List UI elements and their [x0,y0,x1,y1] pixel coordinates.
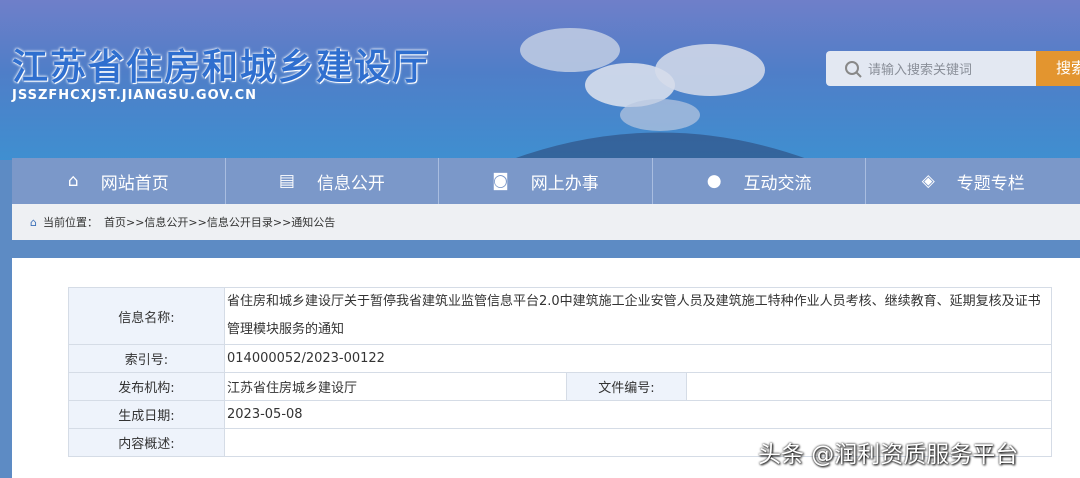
table-row: 信息名称: 省住房和城乡建设厅关于暂停我省建筑业监管信息平台2.0中建筑施工企业安… [68,287,1052,345]
nav-online-service[interactable]: ◙ 网上办事 [439,158,653,204]
layers-icon: ◈ [921,171,935,191]
stadium-image [510,28,810,160]
org-label: 发布机构: [68,372,225,401]
date-label: 生成日期: [68,400,225,429]
table-row: 索引号: 014000052/2023-00122 [68,344,1052,373]
nav-topics[interactable]: ◈ 专题专栏 [866,158,1080,204]
index-value: 014000052/2023-00122 [224,344,1052,373]
location-icon: ⌂ [30,215,37,229]
search-icon [845,60,862,78]
main-nav: ⌂ 网站首页 ▤ 信息公开 ◙ 网上办事 ● 互动交流 ◈ 专题专栏 [12,158,1080,204]
search-placeholder: 请输入搜索关键词 [868,63,973,78]
site-title: 江苏省住房和城乡建设厅 [12,47,431,88]
name-label: 信息名称: [68,287,225,345]
search-input[interactable]: 请输入搜索关键词 [826,51,1036,86]
site-domain: JSSZFHCXJST.JIANGSU.GOV.CN [12,88,258,103]
site-header: 江苏省住房和城乡建设厅 JSSZFHCXJST.JIANGSU.GOV.CN 请… [0,0,1080,160]
search-button[interactable]: 搜索 [1036,51,1080,86]
table-row: 生成日期: 2023-05-08 [68,400,1052,429]
nav-label: 信息公开 [316,173,385,194]
nav-label: 专题专栏 [956,173,1025,194]
docno-label: 文件编号: [566,372,687,401]
breadcrumb: ⌂ 当前位置： 首页>>信息公开>>信息公开目录>>通知公告 [12,204,1080,240]
info-table: 信息名称: 省住房和城乡建设厅关于暂停我省建筑业监管信息平台2.0中建筑施工企业安… [68,287,1052,457]
index-label: 索引号: [68,344,225,373]
docno-value [686,372,1052,401]
org-value: 江苏省住房城乡建设厅 [224,372,567,401]
summary-label: 内容概述: [68,428,225,457]
document-icon: ▤ [278,171,295,191]
nav-label: 互动交流 [743,173,812,194]
chat-icon: ● [706,171,722,191]
search-doc-icon: ◙ [492,171,509,191]
nav-label: 网站首页 [100,173,169,194]
date-value: 2023-05-08 [224,400,1052,429]
table-row: 发布机构: 江苏省住房城乡建设厅 文件编号: [68,372,1052,401]
home-icon: ⌂ [67,171,79,191]
breadcrumb-prefix: 当前位置： [42,216,98,229]
nav-home[interactable]: ⌂ 网站首页 [12,158,226,204]
nav-label: 网上办事 [530,173,599,194]
nav-interaction[interactable]: ● 互动交流 [653,158,867,204]
breadcrumb-path[interactable]: 首页>>信息公开>>信息公开目录>>通知公告 [104,214,335,230]
watermark: 头条 @润利资质服务平台 [758,442,1019,468]
nav-info-public[interactable]: ▤ 信息公开 [226,158,440,204]
name-value: 省住房和城乡建设厅关于暂停我省建筑业监管信息平台2.0中建筑施工企业安管人员及建… [224,287,1052,345]
